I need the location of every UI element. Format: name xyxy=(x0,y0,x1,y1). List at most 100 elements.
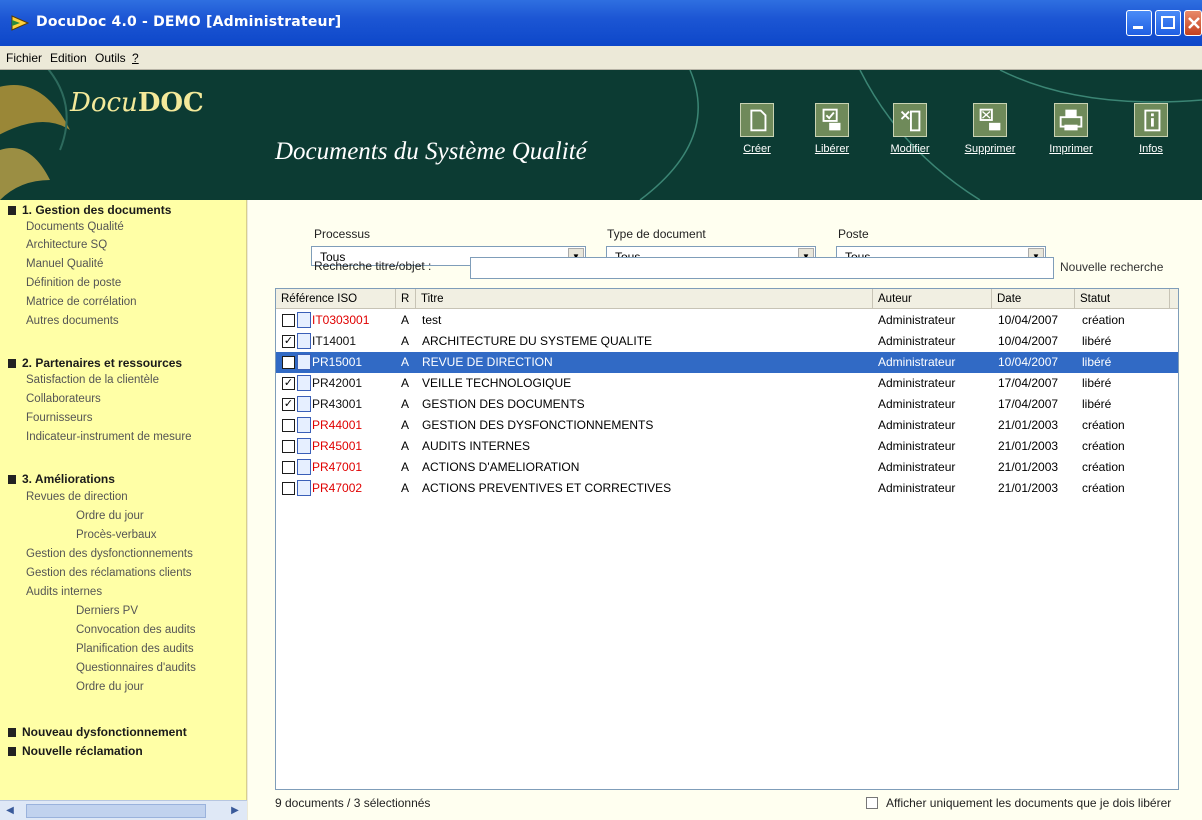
row-checkbox[interactable]: ✓ xyxy=(282,398,295,411)
nav-item-convocation[interactable]: Convocation des audits xyxy=(76,624,196,636)
new-search-link[interactable]: Nouvelle recherche xyxy=(1060,260,1163,274)
title-bar[interactable]: DocuDoc 4.0 - DEMO [Administrateur] xyxy=(0,0,1202,46)
col-filler xyxy=(1170,289,1178,309)
scroll-left-icon[interactable]: ◀ xyxy=(3,804,17,818)
only-to-release-filter[interactable]: Afficher uniquement les documents que je… xyxy=(866,796,1171,810)
row-checkbox[interactable] xyxy=(282,440,295,453)
type-label: Type de document xyxy=(607,227,706,241)
table-row[interactable]: ✓ PR42001 A VEILLE TECHNOLOGIQUE Administrat… xyxy=(276,373,1178,394)
nav-item-derniers-pv[interactable]: Derniers PV xyxy=(76,605,138,617)
table-row[interactable]: ✓ PR43001 A GESTION DES DOCUMENTS Administra… xyxy=(276,394,1178,415)
nav-section-partenaires[interactable]: 2. Partenaires et ressources xyxy=(8,356,182,370)
nav-new-dysfonctionnement[interactable]: Nouveau dysfonctionnement xyxy=(8,725,187,739)
edit-button[interactable]: Modifier xyxy=(880,103,940,155)
cell-statut: création xyxy=(1082,418,1125,432)
documents-table[interactable]: Référence ISO R Titre Auteur Date Statut… xyxy=(275,288,1179,790)
cell-date: 17/04/2007 xyxy=(998,397,1059,411)
row-checkbox[interactable] xyxy=(282,419,295,432)
sidebar-horizontal-scrollbar[interactable]: ◀ ▶ xyxy=(0,800,247,820)
table-row[interactable]: PR45001 A AUDITS INTERNES Administrateur 21/… xyxy=(276,436,1178,457)
nav-item-reclamations[interactable]: Gestion des réclamations clients xyxy=(26,567,192,579)
cell-reference: PR47001 xyxy=(312,460,363,474)
cell-statut: libéré xyxy=(1082,355,1112,369)
cell-auteur: Administrateur xyxy=(878,355,956,369)
create-doc-icon xyxy=(740,103,774,137)
table-row[interactable]: PR47001 A ACTIONS D'AMELIORATION Administra… xyxy=(276,457,1178,478)
row-checkbox[interactable]: ✓ xyxy=(282,377,295,390)
create-button[interactable]: Créer xyxy=(727,103,787,155)
search-input[interactable] xyxy=(470,257,1054,279)
table-row[interactable]: PR47002 A ACTIONS PREVENTIVES ET CORRECTIV… xyxy=(276,478,1178,499)
row-checkbox[interactable] xyxy=(282,314,295,327)
cell-statut: libéré xyxy=(1082,376,1112,390)
nav-item-manuel-qualite[interactable]: Manuel Qualité xyxy=(26,258,103,270)
cell-r: A xyxy=(401,355,410,369)
nav-item-proces-verbaux[interactable]: Procès-verbaux xyxy=(76,529,157,541)
menu-help[interactable]: ? xyxy=(132,51,139,65)
minimize-button[interactable] xyxy=(1126,10,1152,36)
nav-item-satisfaction[interactable]: Satisfaction de la clientèle xyxy=(26,374,159,386)
info-button[interactable]: Infos xyxy=(1121,103,1181,155)
scrollbar-thumb[interactable] xyxy=(26,804,206,818)
menu-edition[interactable]: Edition xyxy=(50,51,87,65)
nav-item-dysfonctionnements[interactable]: Gestion des dysfonctionnements xyxy=(26,548,193,560)
nav-item-revues-direction[interactable]: Revues de direction xyxy=(26,491,128,503)
table-row[interactable]: PR15001 A REVUE DE DIRECTION Administrateur… xyxy=(276,352,1178,373)
menu-outils[interactable]: Outils xyxy=(95,51,126,65)
scroll-right-icon[interactable]: ▶ xyxy=(228,804,242,818)
table-row[interactable]: IT0303001 Atest Administrateur 10/04/2007 cr… xyxy=(276,310,1178,331)
nav-item-architecture-sq[interactable]: Architecture SQ xyxy=(26,239,107,251)
col-date[interactable]: Date xyxy=(992,289,1075,309)
nav-item-planification[interactable]: Planification des audits xyxy=(76,643,194,655)
nav-new-reclamation[interactable]: Nouvelle réclamation xyxy=(8,744,143,758)
cell-titre: ARCHITECTURE DU SYSTEME QUALITE xyxy=(422,334,653,348)
table-row[interactable]: PR44001 A GESTION DES DYSFONCTIONNEMENTS Ad… xyxy=(276,415,1178,436)
nav-item-ordre-du-jour[interactable]: Ordre du jour xyxy=(76,510,144,522)
nav-item-collaborateurs[interactable]: Collaborateurs xyxy=(26,393,101,405)
processus-label: Processus xyxy=(314,227,371,241)
nav-item-autres-documents[interactable]: Autres documents xyxy=(26,315,119,327)
nav-item-indicateur[interactable]: Indicateur-instrument de mesure xyxy=(26,431,192,443)
row-checkbox[interactable] xyxy=(282,482,295,495)
col-titre[interactable]: Titre xyxy=(416,289,873,309)
nav-item-fournisseurs[interactable]: Fournisseurs xyxy=(26,412,92,424)
document-icon xyxy=(297,438,311,454)
window-title: DocuDoc 4.0 - DEMO [Administrateur] xyxy=(36,14,342,30)
document-icon xyxy=(297,312,311,328)
nav-item-questionnaires[interactable]: Questionnaires d'audits xyxy=(76,662,196,674)
cell-auteur: Administrateur xyxy=(878,397,956,411)
nav-item-matrice-correlation[interactable]: Matrice de corrélation xyxy=(26,296,137,308)
row-checkbox[interactable] xyxy=(282,461,295,474)
nav-item-definition-poste[interactable]: Définition de poste xyxy=(26,277,121,289)
document-icon xyxy=(297,375,311,391)
only-to-release-checkbox[interactable] xyxy=(866,797,878,809)
col-statut[interactable]: Statut xyxy=(1075,289,1170,309)
cell-r: A xyxy=(401,376,410,390)
nav-section-gestion-documents[interactable]: 1. Gestion des documents xyxy=(8,203,171,217)
row-checkbox[interactable]: ✓ xyxy=(282,335,295,348)
cell-date: 21/01/2003 xyxy=(998,439,1059,453)
table-row[interactable]: ✓ IT14001 A ARCHITECTURE DU SYSTEME QUALITE… xyxy=(276,331,1178,352)
col-reference[interactable]: Référence ISO xyxy=(276,289,396,309)
close-button[interactable] xyxy=(1184,10,1202,36)
nav-item-documents-qualite[interactable]: Documents Qualité xyxy=(26,221,124,233)
cell-date: 10/04/2007 xyxy=(998,355,1059,369)
cell-titre: test xyxy=(422,313,442,327)
app-logo: DocuDOC xyxy=(70,88,204,118)
print-button[interactable]: Imprimer xyxy=(1041,103,1101,155)
docudoc-app-icon xyxy=(11,15,30,31)
row-checkbox[interactable] xyxy=(282,356,295,369)
delete-button[interactable]: Supprimer xyxy=(960,103,1020,155)
maximize-button[interactable] xyxy=(1155,10,1181,36)
nav-item-audits-internes[interactable]: Audits internes xyxy=(26,586,102,598)
release-button[interactable]: Libérer xyxy=(802,103,862,155)
edit-doc-icon xyxy=(893,103,927,137)
nav-item-ordre-du-jour-audits[interactable]: Ordre du jour xyxy=(76,681,144,693)
nav-section-ameliorations[interactable]: 3. Améliorations xyxy=(8,472,115,486)
header-banner: DocuDOC Documents du Système Qualité Cré… xyxy=(0,70,1202,200)
col-auteur[interactable]: Auteur xyxy=(873,289,992,309)
bullet-icon xyxy=(8,747,16,756)
document-icon xyxy=(297,417,311,433)
menu-fichier[interactable]: Fichier xyxy=(6,51,42,65)
col-r[interactable]: R xyxy=(396,289,416,309)
